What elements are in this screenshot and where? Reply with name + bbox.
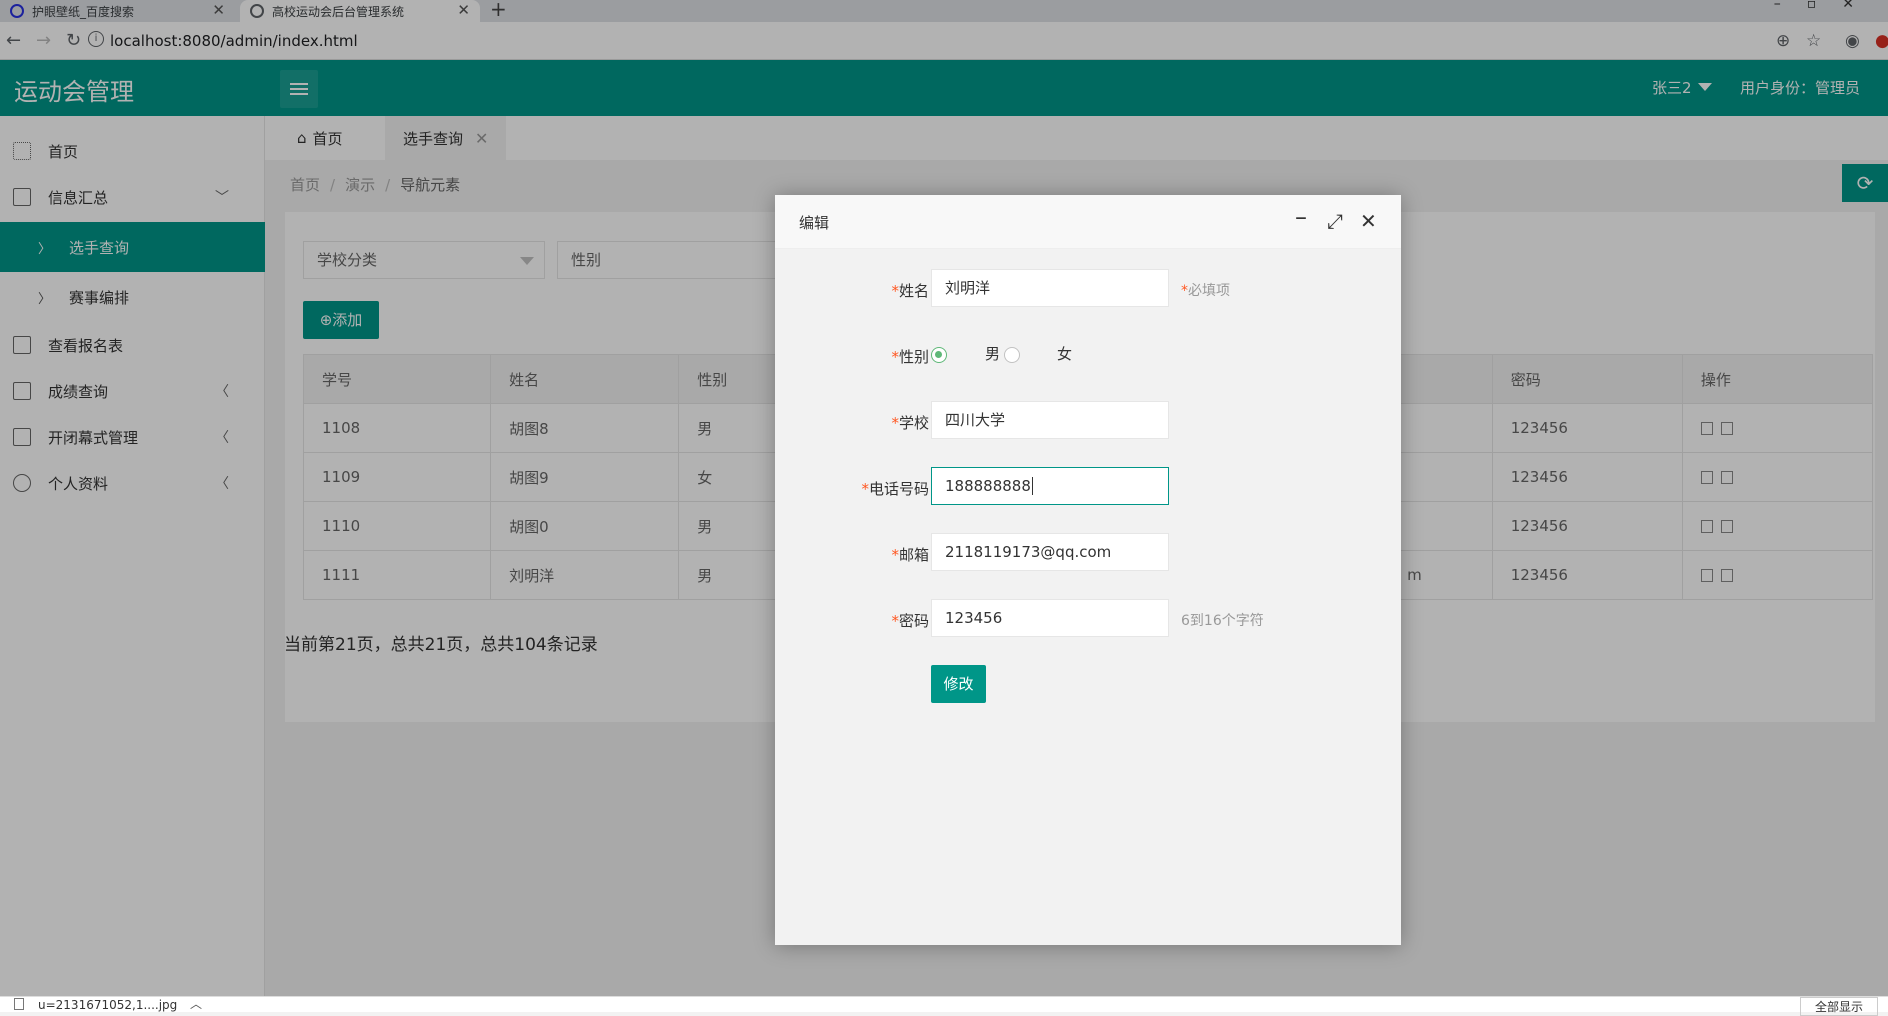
email-label: *邮箱 bbox=[891, 546, 929, 564]
show-all-button[interactable]: 全部显示 bbox=[1799, 997, 1878, 1016]
form-row-school: *学校 四川大学 bbox=[775, 401, 1401, 441]
form-row-gender: *性别 男 女 bbox=[775, 335, 1401, 375]
form-row-phone: *电话号码 188888888 bbox=[775, 467, 1401, 507]
gender-female-label[interactable]: 女 bbox=[1057, 343, 1072, 364]
name-label: *姓名 bbox=[891, 282, 929, 300]
gender-female-radio[interactable] bbox=[1004, 347, 1020, 363]
email-input[interactable]: 2118119173@qq.com bbox=[931, 533, 1169, 571]
password-hint: 6到16个字符 bbox=[1181, 613, 1264, 629]
phone-label: *电话号码 bbox=[861, 480, 929, 498]
download-file-name[interactable]: u=2131671052,1....jpg bbox=[38, 998, 177, 1012]
gender-male-label[interactable]: 男 bbox=[985, 343, 1000, 364]
password-input[interactable]: 123456 bbox=[931, 599, 1169, 637]
close-icon[interactable]: ✕ bbox=[1360, 209, 1377, 233]
edit-dialog: 编辑 – ⤢ ✕ *姓名 刘明洋 *必填项 *性别 男 女 *学校 四川大学 *… bbox=[775, 195, 1401, 945]
minimize-icon[interactable]: – bbox=[1295, 203, 1307, 231]
form-row-password: *密码 123456 6到16个字符 bbox=[775, 599, 1401, 639]
form-row-email: *邮箱 2118119173@qq.com bbox=[775, 533, 1401, 573]
dialog-title: 编辑 bbox=[799, 214, 830, 232]
name-hint: *必填项 bbox=[1181, 283, 1230, 299]
gender-male-radio[interactable] bbox=[931, 347, 947, 363]
form-row-name: *姓名 刘明洋 *必填项 bbox=[775, 269, 1401, 309]
name-input[interactable]: 刘明洋 bbox=[931, 269, 1169, 307]
chevron-up-icon[interactable]: ︿ bbox=[190, 995, 202, 1012]
submit-button[interactable]: 修改 bbox=[931, 665, 986, 703]
download-bar: u=2131671052,1....jpg ︿ 全部显示 bbox=[0, 995, 1888, 1016]
password-label: *密码 bbox=[891, 612, 929, 630]
file-icon bbox=[14, 998, 24, 1010]
maximize-icon[interactable]: ⤢ bbox=[1327, 209, 1343, 233]
gender-label: *性别 bbox=[891, 348, 929, 366]
school-label: *学校 bbox=[891, 414, 929, 432]
phone-input[interactable]: 188888888 bbox=[931, 467, 1169, 505]
dialog-header: 编辑 – ⤢ ✕ bbox=[775, 195, 1401, 249]
school-input[interactable]: 四川大学 bbox=[931, 401, 1169, 439]
